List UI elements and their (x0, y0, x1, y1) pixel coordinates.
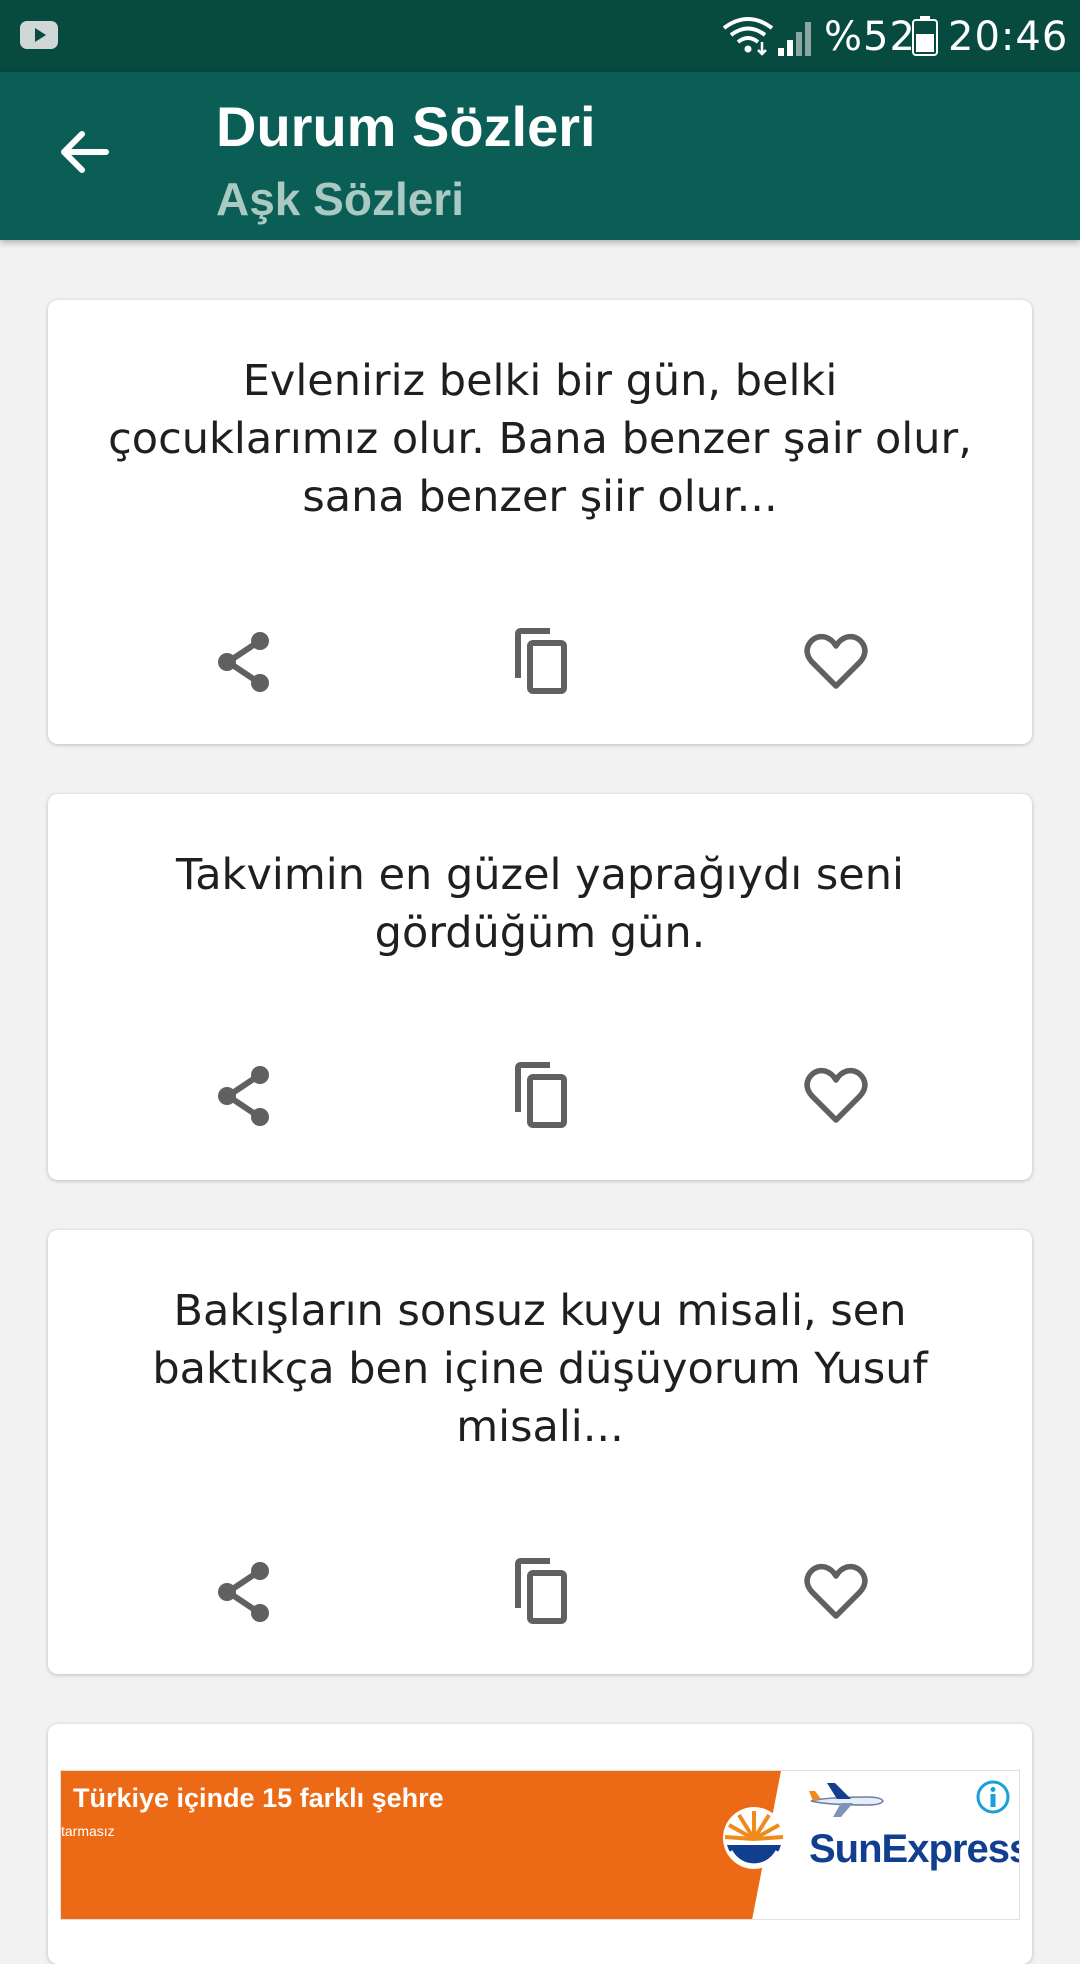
ad-headline: Türkiye içinde 15 farklı şehre (73, 1783, 444, 1813)
sun-logo-icon (721, 1805, 787, 1875)
ad-small-text: tarmasız (61, 1823, 115, 1839)
favorite-icon (804, 633, 868, 689)
share-icon (218, 1562, 269, 1622)
copy-button[interactable] (500, 1056, 580, 1136)
status-bar: %52 20:46 (0, 0, 1080, 72)
quote-text[interactable]: Bakışların sonsuz kuyu misali, sen baktı… (108, 1282, 972, 1456)
favorite-button[interactable] (796, 1056, 876, 1136)
share-button[interactable] (204, 622, 284, 702)
battery-percentage: %52 (824, 14, 916, 60)
copy-icon (515, 1558, 567, 1624)
arrow-back-icon (61, 131, 109, 173)
favorite-button[interactable] (796, 622, 876, 702)
quote-text[interactable]: Takvimin en güzel yaprağıydı seni gördüğ… (108, 846, 972, 962)
page-subtitle: Aşk Sözleri (216, 173, 464, 225)
ad-brand: SunExpress (809, 1827, 1020, 1871)
signal-icon (776, 20, 816, 60)
airplane-icon (807, 1779, 887, 1823)
share-button[interactable] (204, 1552, 284, 1632)
quote-text[interactable]: Evleniriz belki bir gün, belki çocukları… (108, 352, 972, 526)
share-icon (218, 1066, 269, 1126)
share-icon (218, 632, 269, 692)
back-button[interactable] (44, 112, 124, 192)
quote-card: Bakışların sonsuz kuyu misali, sen baktı… (48, 1230, 1032, 1674)
page-title: Durum Sözleri (216, 95, 596, 158)
battery-icon (912, 16, 938, 60)
share-button[interactable] (204, 1056, 284, 1136)
info-icon[interactable] (975, 1779, 1011, 1819)
card-actions (48, 622, 1032, 702)
favorite-button[interactable] (796, 1552, 876, 1632)
card-actions (48, 1056, 1032, 1136)
quote-card: Evleniriz belki bir gün, belki çocukları… (48, 300, 1032, 744)
quote-card: Takvimin en güzel yaprağıydı seni gördüğ… (48, 794, 1032, 1180)
copy-icon (515, 628, 567, 694)
copy-icon (515, 1062, 567, 1128)
copy-button[interactable] (500, 1552, 580, 1632)
wifi-icon (722, 16, 774, 60)
favorite-icon (804, 1563, 868, 1619)
copy-button[interactable] (500, 622, 580, 702)
youtube-icon (20, 21, 58, 53)
clock: 20:46 (948, 14, 1069, 60)
ad-banner[interactable]: Türkiye içinde 15 farklı şehre tarmasız (60, 1770, 1020, 1920)
favorite-icon (804, 1067, 868, 1123)
card-actions (48, 1552, 1032, 1632)
app-bar: Durum Sözleri Aşk Sözleri (0, 72, 1080, 240)
